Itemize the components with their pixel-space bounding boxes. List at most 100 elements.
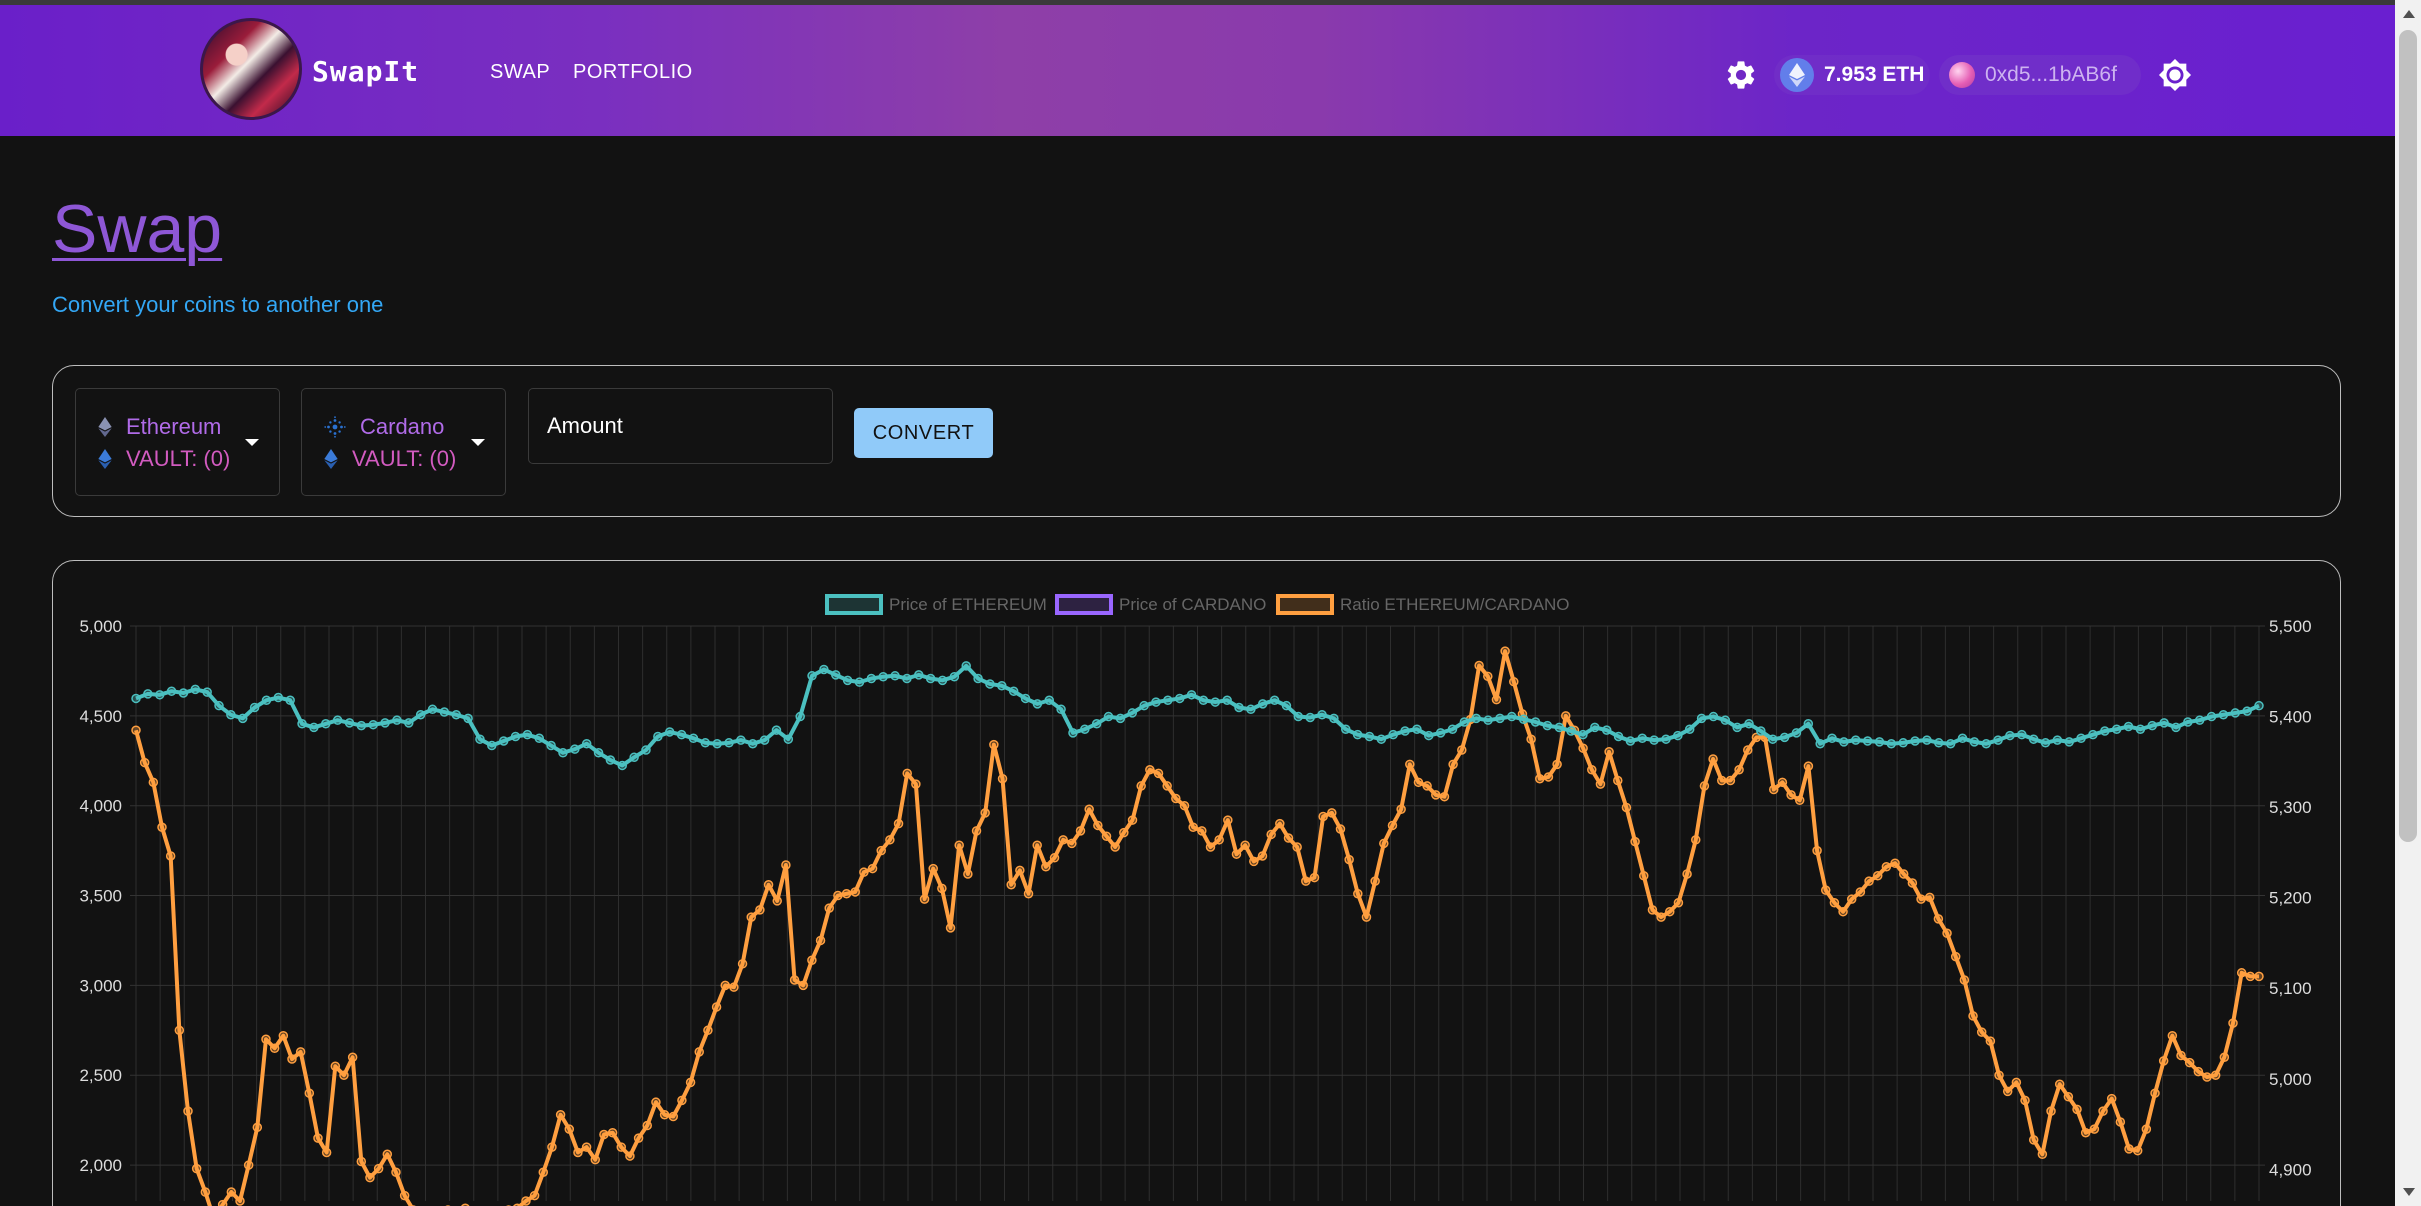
ratio-series-point bbox=[2106, 1093, 2117, 1104]
eth-series-point bbox=[1862, 736, 1873, 746]
swap-form-card: Ethereum VAULT: (0) Cardano VAULT: (0) A… bbox=[52, 365, 2341, 517]
ratio-series-point bbox=[1630, 836, 1640, 847]
eth-series-point bbox=[321, 719, 331, 729]
eth-series-point bbox=[783, 734, 794, 744]
eth-series-point bbox=[249, 702, 260, 713]
eth-series-point bbox=[1246, 704, 1256, 715]
eth-series-point bbox=[653, 731, 663, 742]
nav-swap[interactable]: SWAP bbox=[490, 61, 550, 84]
ratio-series-point bbox=[373, 1163, 384, 1174]
scroll-down-arrow-icon[interactable] bbox=[2403, 1188, 2415, 1196]
ratio-series-point bbox=[911, 779, 921, 789]
eth-series-point bbox=[1459, 717, 1470, 727]
ratio-series-point bbox=[1898, 869, 1909, 879]
brand-name[interactable]: SwapIt bbox=[312, 55, 419, 88]
ratio-series-point bbox=[1370, 876, 1380, 886]
eth-series-point bbox=[961, 661, 971, 671]
eth-series-point bbox=[1388, 729, 1398, 740]
eth-series-point bbox=[2064, 737, 2074, 747]
price-chart[interactable]: 5,000 4,500 4,000 3,500 3,000 2,500 2,000 5,500… bbox=[52, 560, 2341, 1206]
ratio-series-point bbox=[720, 980, 730, 991]
convert-button[interactable]: CONVERT bbox=[854, 408, 993, 458]
eth-series-point bbox=[131, 693, 141, 704]
amount-input[interactable] bbox=[528, 388, 833, 464]
ratio-series-point bbox=[1708, 754, 1718, 764]
scrollbar-thumb[interactable] bbox=[2399, 30, 2417, 842]
y-right-tick-label: 5,500 bbox=[2269, 617, 2312, 636]
ratio-series-point bbox=[1101, 831, 1112, 841]
eth-series-point bbox=[475, 734, 485, 744]
y-right-tick-label: 5,400 bbox=[2269, 708, 2312, 727]
ratio-series-point bbox=[243, 1160, 254, 1170]
eth-series-point bbox=[807, 671, 817, 681]
legend-swatch bbox=[1055, 594, 1113, 615]
ratio-series-point bbox=[2054, 1079, 2065, 1089]
ratio-series-point bbox=[1734, 765, 1744, 775]
theme-toggle-icon[interactable] bbox=[2158, 58, 2192, 92]
account-chip[interactable]: 0xd5...1bAB6f bbox=[1939, 55, 2141, 95]
eth-series-point bbox=[1530, 717, 1541, 727]
eth-series-point bbox=[427, 704, 438, 715]
y-left-tick-label: 2,500 bbox=[79, 1066, 122, 1085]
eth-series-point bbox=[415, 709, 426, 720]
ratio-series-point bbox=[1872, 871, 1883, 881]
eth-series-point bbox=[214, 700, 224, 711]
from-coin-select[interactable]: Ethereum VAULT: (0) bbox=[75, 388, 280, 496]
eth-series-point bbox=[664, 727, 675, 737]
logo-avatar[interactable] bbox=[200, 18, 302, 120]
eth-series-point bbox=[581, 738, 592, 749]
cardano-icon bbox=[324, 416, 346, 438]
chevron-down-icon bbox=[471, 439, 485, 446]
ratio-series-point bbox=[2046, 1106, 2056, 1116]
eth-series-point bbox=[842, 675, 853, 686]
ratio-series-point bbox=[1855, 887, 1866, 897]
eth-series-point bbox=[1222, 695, 1232, 706]
eth-series-point bbox=[2076, 733, 2086, 744]
ratio-series-point bbox=[1803, 761, 1814, 771]
eth-series-point bbox=[1684, 724, 1695, 734]
ratio-series-point bbox=[1015, 865, 1025, 876]
ratio-series-point bbox=[1768, 784, 1779, 795]
to-coin-select[interactable]: Cardano VAULT: (0) bbox=[301, 388, 506, 496]
ratio-series-point bbox=[252, 1122, 263, 1133]
ratio-series-point bbox=[1431, 790, 1441, 800]
eth-series-point bbox=[1969, 737, 1980, 747]
eth-series-point bbox=[1625, 736, 1636, 746]
ratio-series-point bbox=[521, 1196, 531, 1206]
from-coin-name: Ethereum bbox=[126, 414, 222, 439]
ratio-series-point bbox=[1006, 880, 1016, 890]
chevron-down-icon bbox=[245, 439, 259, 446]
eth-series-point bbox=[1874, 737, 1885, 747]
account-address: 0xd5...1bAB6f bbox=[1985, 63, 2117, 86]
ratio-series-point bbox=[1794, 795, 1805, 806]
ratio-series-point bbox=[174, 1025, 185, 1036]
eth-series-point bbox=[1495, 713, 1505, 724]
eth-series-point bbox=[273, 692, 284, 703]
ratio-series-point bbox=[235, 1196, 245, 1206]
eth-series-point bbox=[1257, 699, 1268, 709]
price-chart-card: 5,000 4,500 4,000 3,500 3,000 2,500 2,000 5,500… bbox=[52, 560, 2341, 1206]
ratio-series-point bbox=[1838, 906, 1848, 917]
ratio-series-point bbox=[807, 955, 817, 965]
scroll-up-arrow-icon[interactable] bbox=[2403, 10, 2415, 18]
ratio-series-point bbox=[139, 757, 150, 768]
ratio-series-point bbox=[1656, 912, 1666, 922]
eth-series-point bbox=[487, 740, 497, 751]
ratio-series-point bbox=[1223, 815, 1233, 825]
nav-portfolio[interactable]: PORTFOLIO bbox=[573, 61, 693, 84]
settings-gear-icon[interactable] bbox=[1724, 58, 1758, 92]
ratio-series-point bbox=[2236, 968, 2247, 978]
eth-series-point bbox=[1341, 724, 1351, 734]
eth-series-point bbox=[463, 713, 473, 724]
page-scrollbar[interactable] bbox=[2395, 0, 2421, 1206]
ratio-series-point bbox=[538, 1167, 549, 1177]
y-left-tick-label: 4,500 bbox=[79, 707, 122, 726]
eth-balance-chip[interactable]: 7.953 ETH bbox=[1774, 55, 1931, 95]
ratio-series-point bbox=[157, 822, 167, 832]
ratio-series-point bbox=[1621, 802, 1632, 813]
eth-series-point bbox=[2123, 721, 2134, 732]
ratio-series-point bbox=[1950, 951, 1961, 962]
page-title[interactable]: Swap bbox=[52, 190, 222, 268]
ratio-series-point bbox=[1691, 835, 1701, 845]
eth-series-point bbox=[1637, 733, 1648, 744]
